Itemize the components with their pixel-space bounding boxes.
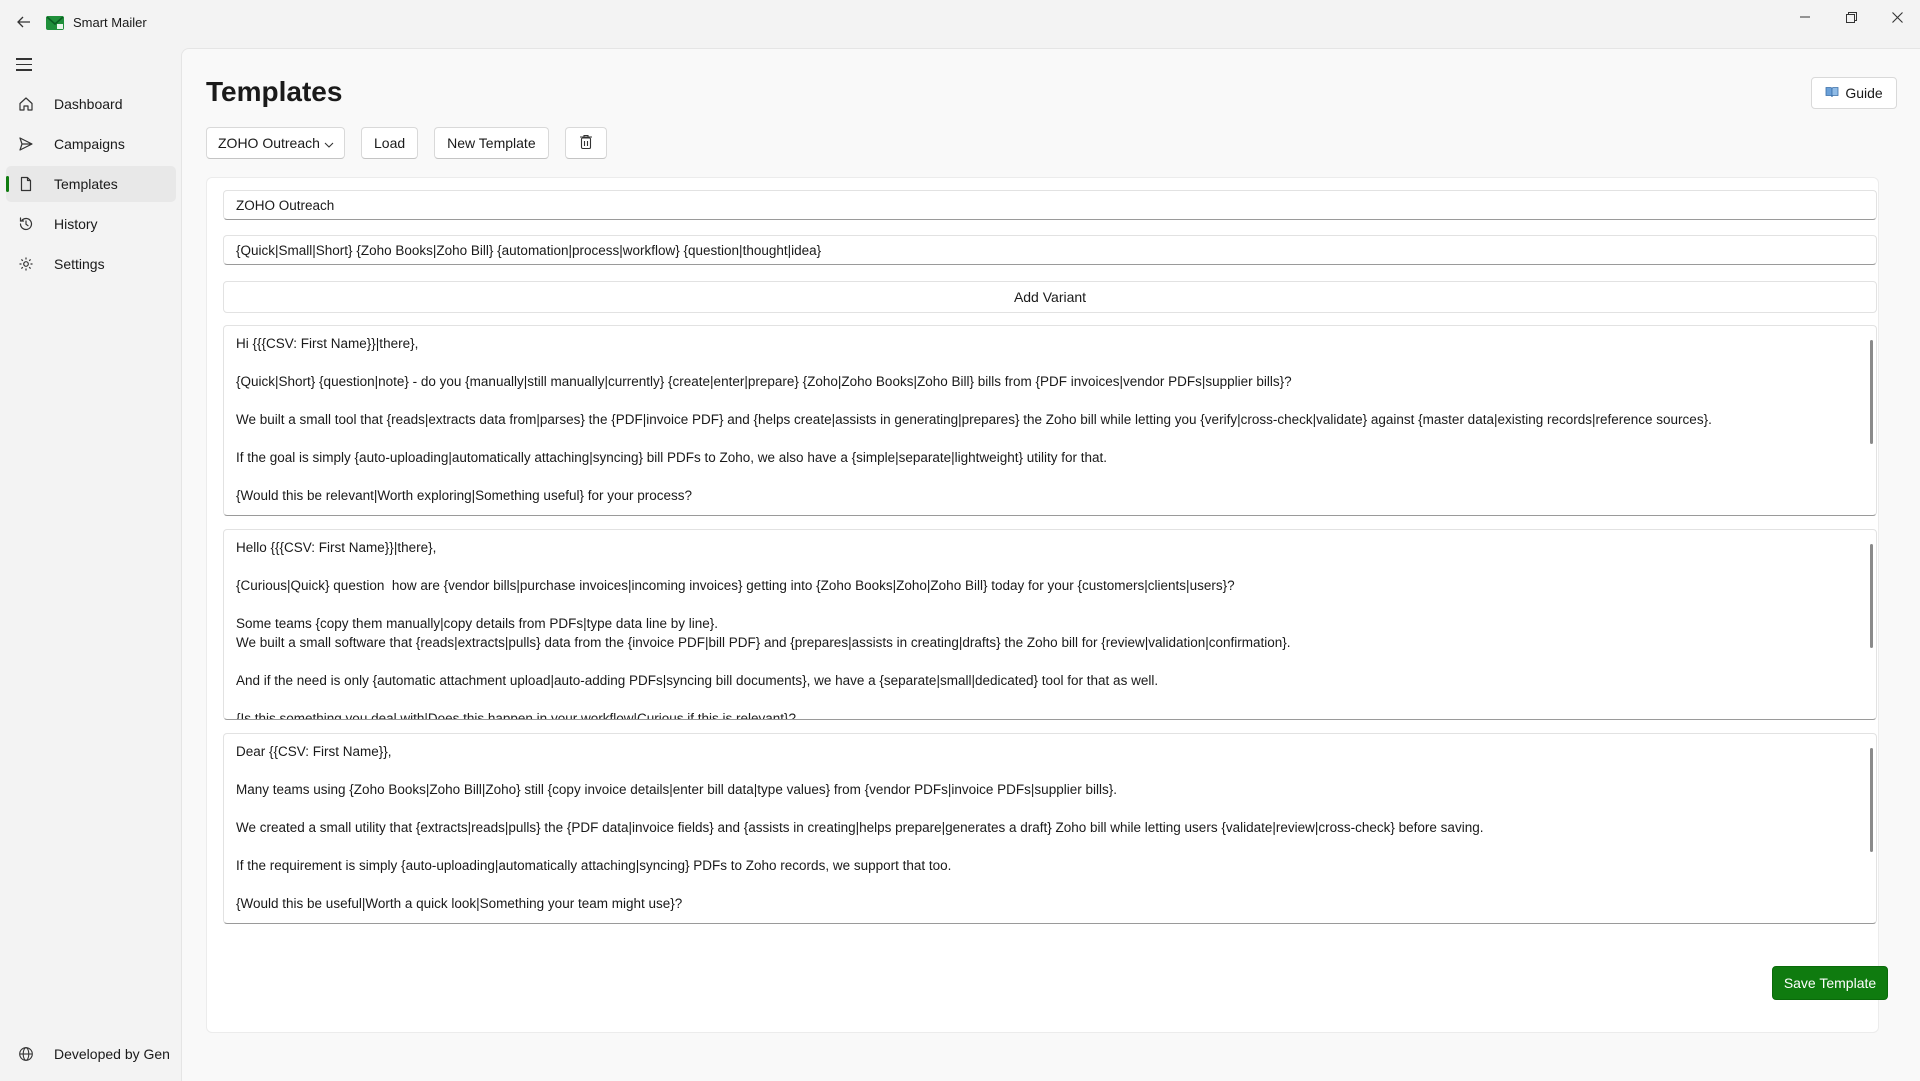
- add-variant-button[interactable]: Add Variant: [223, 281, 1877, 313]
- save-template-button[interactable]: Save Template: [1772, 966, 1888, 1000]
- template-name-value: ZOHO Outreach: [236, 197, 335, 213]
- subject-value: {Quick|Small|Short} {Zoho Books|Zoho Bil…: [236, 242, 822, 258]
- subject-input[interactable]: {Quick|Small|Short} {Zoho Books|Zoho Bil…: [223, 235, 1877, 265]
- sidebar-item-history[interactable]: History: [6, 206, 176, 242]
- minimize-button[interactable]: [1782, 0, 1828, 34]
- sidebar-item-campaigns[interactable]: Campaigns: [6, 126, 176, 162]
- sidebar-item-dashboard[interactable]: Dashboard: [6, 86, 176, 122]
- guide-label: Guide: [1845, 85, 1883, 101]
- template-name-input[interactable]: ZOHO Outreach: [223, 190, 1877, 220]
- sidebar-item-label: Templates: [54, 176, 118, 192]
- hamburger-menu-icon[interactable]: [14, 54, 34, 74]
- variant-textarea[interactable]: Hello {{{CSV: First Name}}|there}, {Curi…: [223, 529, 1877, 720]
- sidebar-footer-developer[interactable]: Developed by Gen: [6, 1036, 176, 1072]
- chevron-down-icon: [324, 135, 334, 151]
- scrollbar[interactable]: [1870, 544, 1873, 648]
- title-bar: Smart Mailer: [0, 0, 1920, 46]
- variant-text: Hello {{{CSV: First Name}}|there}, {Curi…: [236, 540, 1291, 720]
- variant-text: Dear {{CSV: First Name}}, Many teams usi…: [236, 744, 1484, 911]
- scrollbar[interactable]: [1870, 748, 1873, 852]
- book-icon: [1825, 85, 1839, 101]
- content-pane: Templates Guide ZOHO Outreach Load New T…: [181, 48, 1920, 1081]
- template-editor-card: ZOHO Outreach {Quick|Small|Short} {Zoho …: [206, 177, 1888, 1033]
- delete-button[interactable]: [564, 127, 607, 159]
- close-button[interactable]: [1874, 0, 1920, 34]
- history-icon: [16, 214, 36, 234]
- sidebar-item-settings[interactable]: Settings: [6, 246, 176, 282]
- sidebar-item-templates[interactable]: Templates: [6, 166, 176, 202]
- variant-text: Hi {{{CSV: First Name}}|there}, {Quick|S…: [236, 336, 1712, 503]
- variant-textarea[interactable]: Hi {{{CSV: First Name}}|there}, {Quick|S…: [223, 325, 1877, 516]
- sidebar-item-label: Campaigns: [54, 136, 125, 152]
- home-icon: [16, 94, 36, 114]
- variant-textarea[interactable]: Dear {{CSV: First Name}}, Many teams usi…: [223, 733, 1877, 924]
- sidebar-nav: Dashboard Campaigns Templates History Se…: [6, 86, 176, 286]
- gear-icon: [16, 254, 36, 274]
- sidebar-item-label: History: [54, 216, 98, 232]
- scrollbar[interactable]: [1870, 340, 1873, 444]
- page-title: Templates: [206, 76, 343, 107]
- restore-button[interactable]: [1828, 0, 1874, 34]
- document-icon: [16, 174, 36, 194]
- load-button[interactable]: Load: [361, 127, 419, 159]
- template-select-value: ZOHO Outreach: [218, 135, 320, 151]
- back-arrow-icon[interactable]: [14, 12, 34, 32]
- app-title: Smart Mailer: [73, 15, 147, 30]
- guide-button[interactable]: Guide: [1811, 77, 1897, 109]
- sidebar-item-label: Settings: [54, 256, 105, 272]
- delete-icon: [579, 134, 593, 153]
- globe-icon: [16, 1044, 36, 1064]
- new-template-button[interactable]: New Template: [434, 127, 549, 159]
- template-toolbar: ZOHO Outreach Load New Template: [206, 127, 607, 159]
- sidebar-item-label: Dashboard: [54, 96, 123, 112]
- send-icon: [16, 134, 36, 154]
- developer-credit: Developed by Gen: [54, 1046, 170, 1062]
- app-logo-icon: [46, 16, 64, 30]
- template-select[interactable]: ZOHO Outreach: [206, 127, 345, 159]
